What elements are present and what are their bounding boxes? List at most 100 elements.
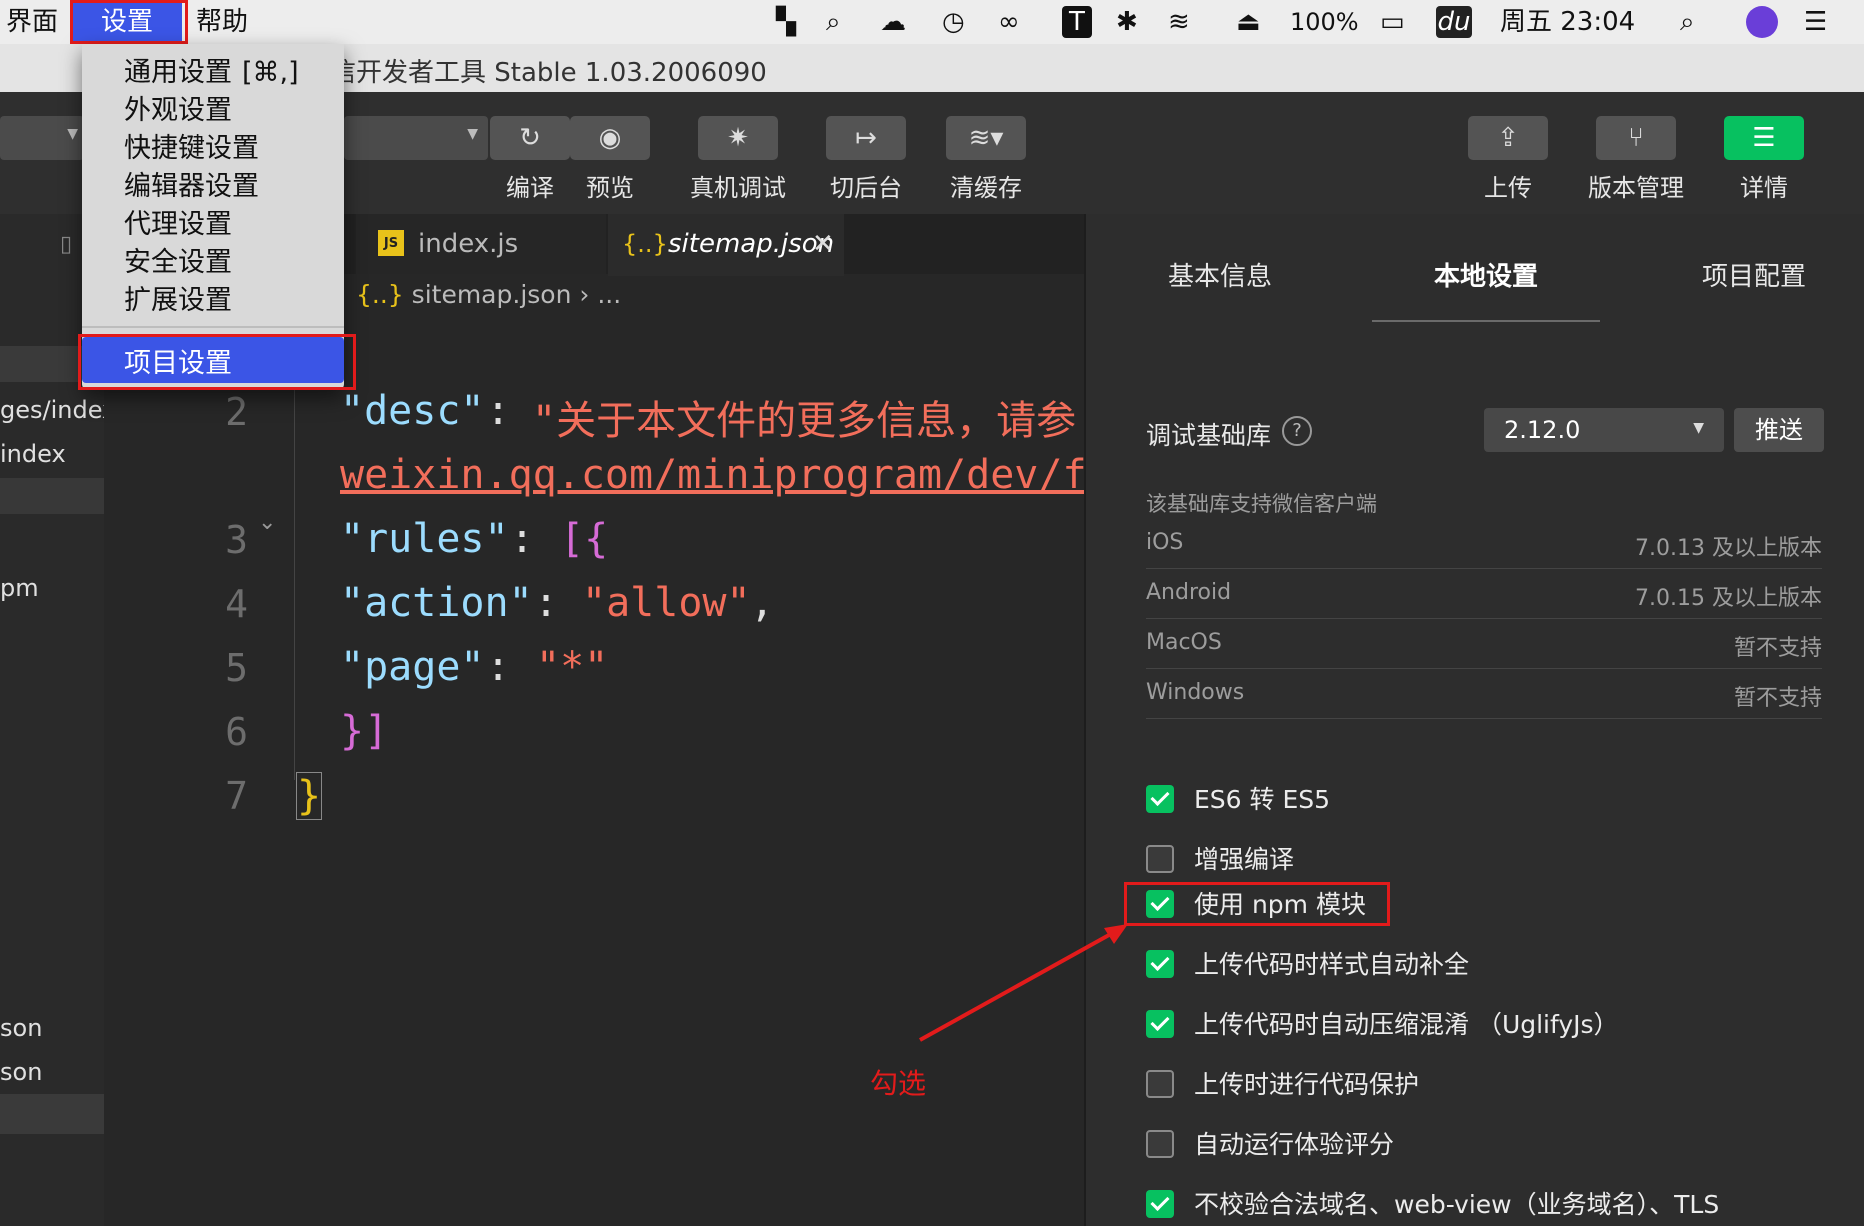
mode-select[interactable]: ▼ (0, 116, 84, 160)
support-row-ios: iOS 7.0.13 及以上版本 (1146, 518, 1822, 569)
battery-percent: 100% (1290, 8, 1359, 36)
compile-mode-select[interactable]: ▼ (344, 116, 488, 160)
tab-sitemap-json[interactable]: {..} sitemap.json ✕ (608, 214, 844, 276)
checkbox-skip-domain-check[interactable] (1146, 1190, 1174, 1218)
tab-basic-info[interactable]: 基本信息 (1168, 256, 1272, 293)
scan-icon[interactable]: ⌕ (826, 6, 841, 38)
line-number: 3 (225, 518, 248, 562)
preview-button[interactable]: ◉ (570, 116, 650, 160)
creative-cloud-icon[interactable]: ∞ (998, 6, 1020, 38)
typora-icon[interactable]: T (1062, 6, 1092, 38)
collapse-icon[interactable]: ▯ (60, 232, 72, 257)
code-link[interactable]: weixin.qq.com/miniprogram/dev/f (340, 452, 1084, 498)
clear-cache-button[interactable]: ≋▾ (946, 116, 1026, 160)
checkbox-enhanced-compile[interactable] (1146, 845, 1174, 873)
code-rules: "rules" : [{ (340, 516, 1084, 576)
breadcrumb-more[interactable]: ... (597, 280, 621, 309)
wifi-icon[interactable]: ≋ (1168, 6, 1190, 38)
option-label[interactable]: 上传时进行代码保护 (1194, 1065, 1419, 1101)
battery-icon[interactable]: ▭ (1380, 6, 1405, 38)
tab-project-config[interactable]: 项目配置 (1702, 256, 1806, 293)
upload-button[interactable]: ⇪ (1468, 116, 1548, 160)
code-token: }] (340, 708, 389, 754)
line-number: 7 (225, 774, 248, 818)
menu-item-proxy[interactable]: 代理设置 (124, 202, 232, 241)
baidu-icon[interactable]: du (1436, 6, 1472, 38)
code-token: "*" (536, 644, 609, 690)
control-center-icon[interactable]: ☰ (1804, 6, 1827, 38)
debug-lib-select[interactable]: 2.12.0 ▼ (1484, 408, 1724, 452)
breadcrumb-file[interactable]: sitemap.json (412, 280, 572, 309)
support-row-windows: Windows 暂不支持 (1146, 668, 1822, 719)
debug-lib-value: 2.12.0 (1504, 416, 1581, 444)
tree-item[interactable]: son (0, 1014, 42, 1042)
eject-icon[interactable]: ⏏ (1236, 6, 1261, 38)
option-label[interactable]: ES6 转 ES5 (1194, 780, 1330, 816)
menu-item-general[interactable]: 通用设置 [⌘,] (124, 50, 299, 89)
push-button[interactable]: 推送 (1734, 408, 1824, 452)
tree-item[interactable]: ges/index (0, 396, 116, 424)
line-number: 6 (225, 710, 248, 754)
siri-icon[interactable] (1746, 6, 1778, 38)
menu-item-appearance[interactable]: 外观设置 (124, 88, 232, 127)
option-label[interactable]: 上传代码时自动压缩混淆 （UglifyJs） (1194, 1005, 1619, 1041)
menu-item-label: 通用设置 (124, 57, 232, 88)
tab-label: sitemap.json (668, 229, 835, 259)
option-label[interactable]: 不校验合法域名、web-view（业务域名）、TLS (1194, 1185, 1719, 1221)
platform-support: 7.0.13 及以上版本 (1635, 536, 1822, 561)
option-label[interactable]: 上传代码时样式自动补全 (1194, 945, 1469, 981)
help-icon[interactable]: ? (1282, 416, 1312, 446)
option-label[interactable]: 增强编译 (1194, 840, 1294, 876)
checkbox-auto-audit[interactable] (1146, 1130, 1174, 1158)
code-comma: , (750, 580, 775, 626)
tab-local-settings[interactable]: 本地设置 (1434, 256, 1538, 293)
shortcut-label: [⌘,] (242, 57, 299, 88)
menu-icon: ☰ (1752, 123, 1776, 153)
active-tab-indicator (1372, 320, 1600, 322)
line-number: 4 (225, 582, 248, 626)
clock-text[interactable]: 周五 23:04 (1500, 6, 1635, 38)
details-button[interactable]: ☰ (1724, 116, 1804, 160)
tree-item[interactable]: son (0, 1058, 42, 1086)
code-colon: : (486, 644, 511, 690)
code-token: "page" (340, 644, 485, 690)
menu-item-security[interactable]: 安全设置 (124, 240, 232, 279)
code-colon: : (486, 388, 511, 434)
checkbox-es6[interactable] (1146, 785, 1174, 813)
tree-row[interactable] (0, 478, 104, 514)
layers-icon: ≋▾ (968, 123, 1004, 153)
debug-lib-label: 调试基础库 (1146, 421, 1272, 450)
annotation-arrow (919, 924, 1128, 1042)
menu-item-editor[interactable]: 编辑器设置 (124, 164, 259, 203)
js-icon: JS (378, 230, 404, 256)
option-label[interactable]: 自动运行体验评分 (1194, 1125, 1394, 1161)
background-button[interactable]: ↦ (826, 116, 906, 160)
compile-button[interactable]: ↻ (490, 116, 570, 160)
menu-help[interactable]: 帮助 (196, 4, 248, 40)
menu-item-extensions[interactable]: 扩展设置 (124, 278, 232, 317)
code-token: [{ (560, 516, 609, 562)
details-label: 详情 (1740, 174, 1788, 202)
fold-chevron-icon[interactable]: ⌄ (258, 510, 276, 535)
wechat-icon[interactable]: ☁ (880, 6, 906, 38)
close-icon[interactable]: ✕ (812, 214, 834, 274)
tab-index-js[interactable]: JS index.js (356, 214, 606, 274)
remote-debug-button[interactable]: ✷ (698, 116, 778, 160)
chevron-down-icon: ▼ (467, 126, 478, 142)
bookmark-icon[interactable]: ▚ (776, 6, 796, 38)
menu-item-shortcuts[interactable]: 快捷键设置 (124, 126, 259, 165)
tree-item[interactable]: index (0, 440, 66, 468)
tree-item[interactable]: pm (0, 574, 39, 602)
spotlight-icon[interactable]: ⌕ (1680, 6, 1695, 38)
bluetooth-icon[interactable]: ✱ (1116, 6, 1138, 38)
indent-guide (294, 390, 295, 780)
version-button[interactable]: ⑂ (1596, 116, 1676, 160)
checkbox-minify[interactable] (1146, 1010, 1174, 1038)
tree-row[interactable] (0, 1094, 104, 1134)
background-label: 切后台 (830, 174, 902, 202)
timer-icon[interactable]: ◷ (942, 6, 965, 38)
checkbox-auto-prefix[interactable] (1146, 950, 1174, 978)
checkbox-code-protect[interactable] (1146, 1070, 1174, 1098)
support-row-macos: MacOS 暂不支持 (1146, 618, 1822, 669)
menu-interface[interactable]: 界面 (6, 4, 58, 40)
